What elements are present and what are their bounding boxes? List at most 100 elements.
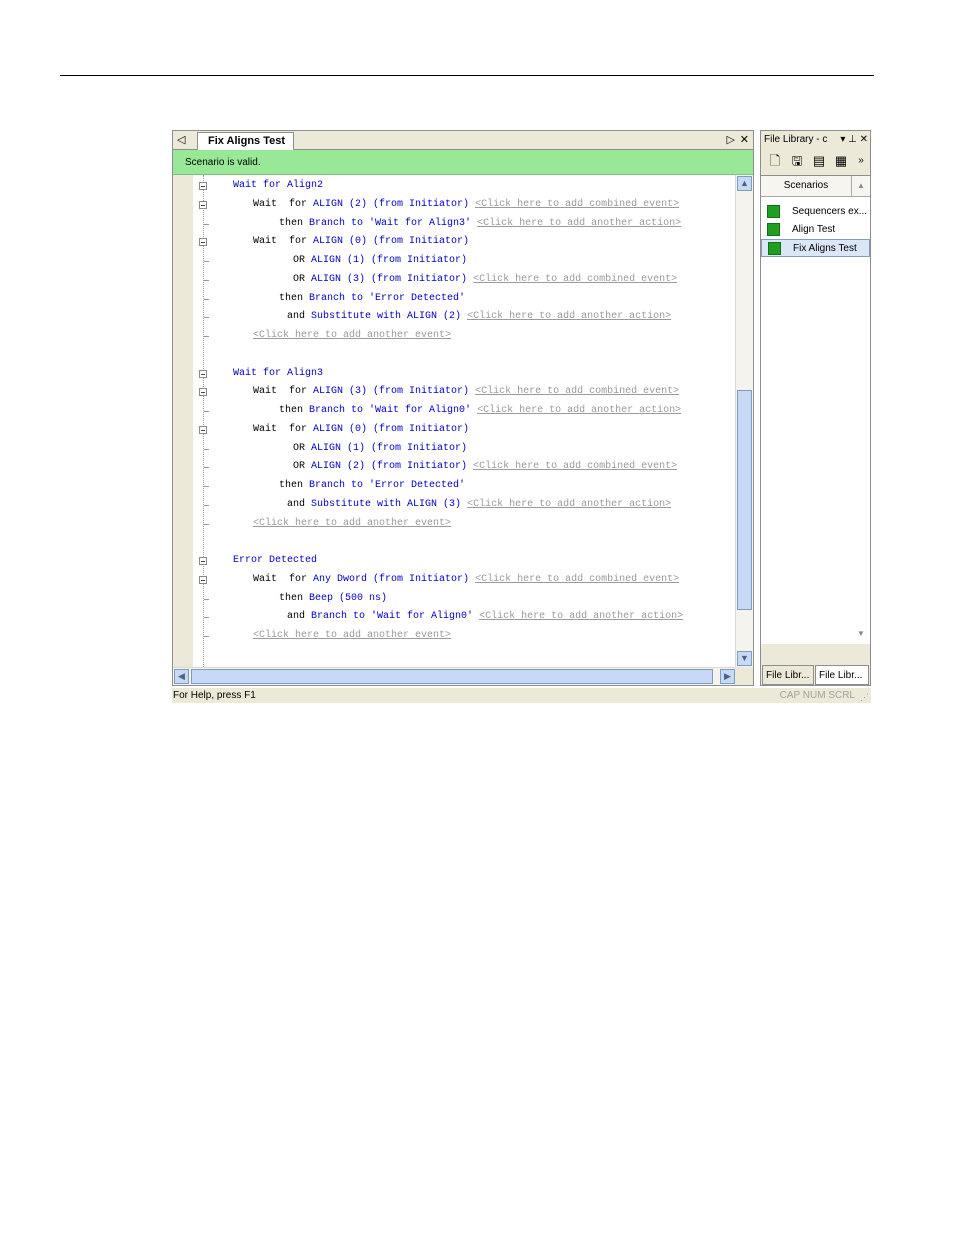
list-scroll-down-icon[interactable]: ▼ [852,624,870,644]
click-to-add-link[interactable]: <Click here to add combined event> [473,274,677,285]
editor-gutter [173,175,193,667]
save-all-icon[interactable]: ▤ [811,153,827,169]
panel-window-controls[interactable]: ▾ ⊥ ✕ [840,133,868,147]
tree-branch-tick [204,504,209,506]
event-action-value[interactable]: Branch to 'Error Detected' [309,293,465,304]
code-line[interactable]: and Branch to 'Wait for Align0' <Click h… [287,608,683,626]
event-action-value[interactable]: Branch to 'Wait for Align3' [309,218,471,229]
event-action-value[interactable]: Branch to 'Wait for Align0' [309,405,471,416]
click-to-add-link[interactable]: <Click here to add combined event> [475,199,679,210]
horizontal-scrollbar[interactable]: ◀ ▶ [173,667,737,685]
code-line[interactable]: Wait for ALIGN (0) (from Initiator) [253,233,469,251]
state-heading[interactable]: Wait for Align3 [233,365,323,383]
tab-scroll-left-icon[interactable]: ◁ [177,133,185,147]
tab-fix-aligns-test[interactable]: Fix Aligns Test [197,132,295,151]
scenarios-column-header[interactable]: Scenarios [761,176,852,197]
click-to-add-link[interactable]: <Click here to add combined event> [475,574,679,585]
click-to-add-link[interactable]: <Click here to add another action> [467,499,671,510]
code-line[interactable]: OR ALIGN (1) (from Initiator) [293,440,467,458]
scenario-code-view[interactable]: Wait for Align2 Wait for ALIGN (2) (from … [173,175,737,667]
scenario-list-item[interactable]: Align Test [761,221,870,239]
code-line[interactable]: OR ALIGN (2) (from Initiator) <Click her… [293,458,677,476]
resize-grip-icon[interactable]: ⋰ [860,690,869,705]
collapse-toggle-icon[interactable] [199,369,207,378]
event-action-value[interactable]: ALIGN (0) (from Initiator) [313,424,469,435]
code-line[interactable]: then Beep (500 ns) [279,590,387,608]
click-to-add-link[interactable]: <Click here to add combined event> [473,461,677,472]
code-line[interactable]: then Branch to 'Wait for Align3' <Click … [279,215,681,233]
keyword-text: and [287,498,312,510]
scroll-up-icon[interactable]: ▲ [737,176,752,191]
scenario-list-item[interactable]: Sequencers ex... [761,203,870,221]
tab-scroll-right-icon[interactable]: ▷ [727,133,735,147]
event-action-value[interactable]: Substitute with ALIGN (3) [311,499,461,510]
code-line[interactable]: and Substitute with ALIGN (3) <Click her… [287,496,671,514]
scenario-list-item[interactable]: Fix Aligns Test [761,239,870,257]
collapse-toggle-icon[interactable] [199,238,207,247]
vertical-scrollbar[interactable]: ▲ ▼ [735,175,753,667]
state-heading[interactable]: Error Detected [233,552,317,570]
code-line[interactable]: OR ALIGN (3) (from Initiator) <Click her… [293,271,677,289]
event-action-value[interactable]: Any Dword (from Initiator) [313,574,469,585]
event-action-value[interactable]: Beep (500 ns) [309,593,387,604]
code-line[interactable]: and Substitute with ALIGN (2) <Click her… [287,308,671,326]
code-line[interactable]: OR ALIGN (1) (from Initiator) [293,252,467,270]
add-event-row[interactable]: <Click here to add another event> [253,327,451,345]
collapse-toggle-icon[interactable] [199,388,207,397]
click-to-add-link[interactable]: <Click here to add another event> [253,330,451,341]
click-to-add-link[interactable]: <Click here to add another action> [467,311,671,322]
event-action-value[interactable]: ALIGN (2) (from Initiator) [311,461,467,472]
click-to-add-link[interactable]: <Click here to add another event> [253,518,451,529]
event-action-value[interactable]: Branch to 'Wait for Align0' [311,611,473,622]
event-action-value[interactable]: ALIGN (1) (from Initiator) [311,443,467,454]
event-action-value[interactable]: ALIGN (1) (from Initiator) [311,255,467,266]
event-action-value[interactable]: Branch to 'Error Detected' [309,480,465,491]
event-action-value[interactable]: ALIGN (3) (from Initiator) [311,274,467,285]
tab-file-library-2[interactable]: File Libr... [815,665,869,685]
click-to-add-link[interactable]: <Click here to add another action> [479,611,683,622]
scroll-left-icon[interactable]: ◀ [174,669,189,684]
event-action-value[interactable]: Substitute with ALIGN (2) [311,311,461,322]
scroll-right-icon[interactable]: ▶ [720,669,735,684]
panel-bottom-tabs: File Libr... File Libr... [761,665,870,685]
vertical-scroll-thumb[interactable] [737,390,752,610]
code-line[interactable]: Wait for ALIGN (3) (from Initiator) <Cli… [253,383,679,401]
code-line[interactable]: Wait for Any Dword (from Initiator) <Cli… [253,571,679,589]
copy-icon[interactable]: ▦ [833,153,849,169]
collapse-toggle-icon[interactable] [199,575,207,584]
event-action-value[interactable]: ALIGN (3) (from Initiator) [313,386,469,397]
save-icon[interactable]: 🖫 [789,153,805,169]
file-library-toolbar: 🗋 🖫 ▤ ▦ » [763,151,868,173]
collapse-toggle-icon[interactable] [199,200,207,209]
click-to-add-link[interactable]: <Click here to add another action> [477,218,681,229]
keyword-text: Wait for [253,198,314,210]
help-hint-text: For Help, press F1 [173,690,256,701]
event-action-value[interactable]: ALIGN (2) (from Initiator) [313,199,469,210]
toolbar-overflow-icon[interactable]: » [856,153,866,169]
horizontal-scroll-thumb[interactable] [191,669,713,684]
scroll-down-icon[interactable]: ▼ [737,651,752,666]
state-heading[interactable]: Wait for Align2 [233,177,323,195]
tab-file-library-1[interactable]: File Libr... [762,665,814,685]
click-to-add-link[interactable]: <Click here to add another action> [477,405,681,416]
add-event-row[interactable]: <Click here to add another event> [253,515,451,533]
click-to-add-link[interactable]: <Click here to add another event> [253,630,451,641]
event-action-value[interactable]: ALIGN (0) (from Initiator) [313,236,469,247]
state-name[interactable]: Error Detected [233,555,317,566]
state-name[interactable]: Wait for Align2 [233,180,323,191]
collapse-toggle-icon[interactable] [199,182,207,190]
new-file-icon[interactable]: 🗋 [767,153,783,169]
click-to-add-link[interactable]: <Click here to add combined event> [475,386,679,397]
add-event-row[interactable]: <Click here to add another event> [253,627,451,645]
tab-close-icon[interactable]: ✕ [740,133,749,147]
state-name[interactable]: Wait for Align3 [233,368,323,379]
tree-branch-tick [204,598,209,600]
collapse-toggle-icon[interactable] [199,557,207,565]
code-line[interactable]: Wait for ALIGN (0) (from Initiator) [253,421,469,439]
code-line[interactable]: then Branch to 'Error Detected' [279,290,465,308]
code-line[interactable]: then Branch to 'Wait for Align0' <Click … [279,402,681,420]
list-scroll-up-icon[interactable]: ▲ [852,176,870,197]
code-line[interactable]: then Branch to 'Error Detected' [279,477,465,495]
collapse-toggle-icon[interactable] [199,425,207,434]
code-line[interactable]: Wait for ALIGN (2) (from Initiator) <Cli… [253,196,679,214]
